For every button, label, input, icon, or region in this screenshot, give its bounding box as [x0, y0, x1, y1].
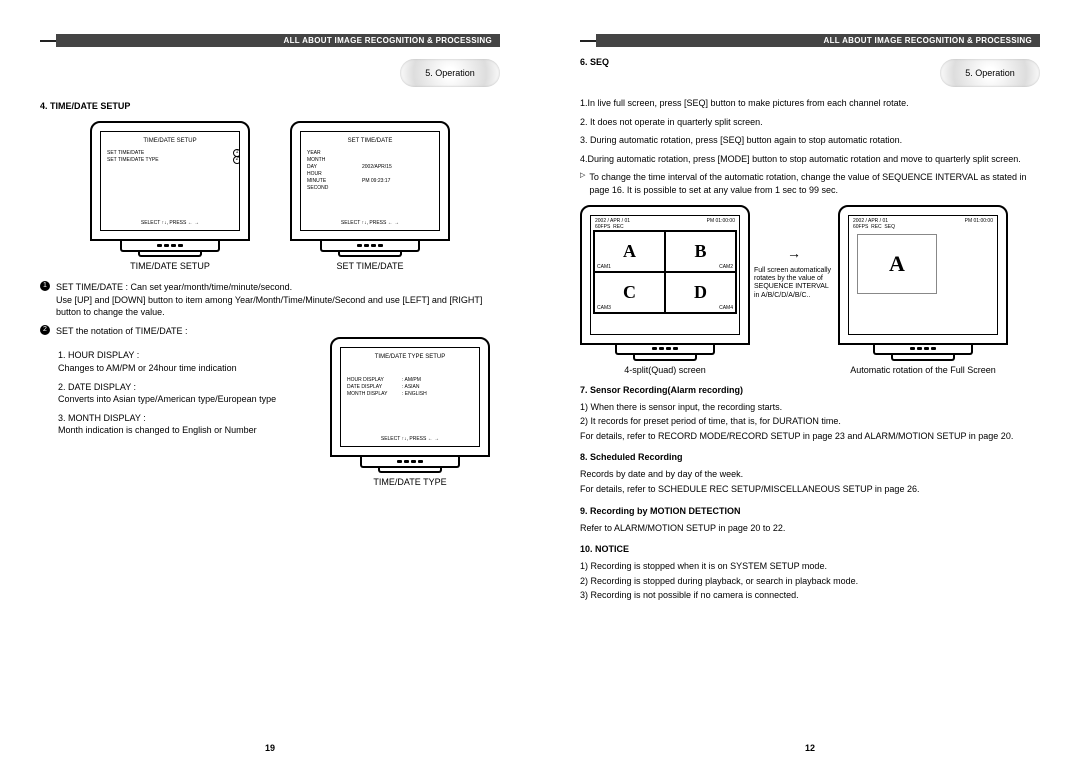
screen-footer: SELECT ↑↓, PRESS ← → — [101, 220, 239, 226]
bullet-title: SET TIME/DATE : Can set year/month/time/… — [56, 281, 500, 294]
notation-item: 2. DATE DISPLAY : Converts into Asian ty… — [58, 381, 320, 406]
header-accent — [40, 40, 56, 42]
screen-footer: SELECT ↑↓, PRESS ← → — [341, 436, 479, 442]
bullet-body: Use [UP] and [DOWN] button to item among… — [56, 294, 500, 319]
monitor-caption: 4-split(Quad) screen — [580, 365, 750, 375]
bullet-1: 1 SET TIME/DATE : Can set year/month/tim… — [40, 281, 500, 319]
list-item: 2) It records for preset period of time,… — [580, 415, 1040, 428]
section-9-title: 9. Recording by MOTION DETECTION — [580, 506, 1040, 516]
header-text: ALL ABOUT IMAGE RECOGNITION & PROCESSING — [56, 34, 500, 47]
list-item: For details, refer to RECORD MODE/RECORD… — [580, 430, 1040, 443]
section-4-title: 4. TIME/DATE SETUP — [40, 101, 500, 111]
monitor-caption: SET TIME/DATE — [290, 261, 450, 271]
operation-pill: 5. Operation — [400, 59, 500, 87]
notation-item: 1. HOUR DISPLAY : Changes to AM/PM or 24… — [58, 349, 320, 374]
seq-item: 2. It does not operate in quarterly spli… — [580, 116, 1040, 129]
list-item: 1) Recording is stopped when it is on SY… — [580, 560, 1040, 573]
menu-line: SET TIME/DATE TYPE — [107, 157, 159, 163]
monitor-set-timedate: SET TIME/DATE YEAR MONTH DAY2002/APR/15 … — [290, 121, 450, 271]
seq-item: 3. During automatic rotation, press [SEQ… — [580, 134, 1040, 147]
notation-row: 1. HOUR DISPLAY : Changes to AM/PM or 24… — [40, 343, 500, 491]
list-item: Records by date and by day of the week. — [580, 468, 1040, 481]
monitor-auto-rotation: 2002 / APR / 01 PM 01:00:00 60FPS REC SE… — [838, 205, 1008, 375]
page-right: ALL ABOUT IMAGE RECOGNITION & PROCESSING… — [540, 0, 1080, 763]
bullet-title: SET the notation of TIME/DATE : — [56, 325, 188, 338]
list-item: 1) When there is sensor input, the recor… — [580, 401, 1040, 414]
monitor-quad: 2002 / APR / 01 PM 01:00:00 60FPS REC AC… — [580, 205, 750, 375]
monitor-timedate-setup: TIME/DATE SETUP SET TIME/DATE 1 SET TIME… — [90, 121, 250, 271]
monitor-caption: Automatic rotation of the Full Screen — [838, 365, 1008, 375]
bullet-badge: 1 — [40, 281, 50, 291]
seq-item: 4.During automatic rotation, press [MODE… — [580, 153, 1040, 166]
bullet-badge: 2 — [40, 325, 50, 335]
header-bar: ALL ABOUT IMAGE RECOGNITION & PROCESSING — [580, 34, 1040, 47]
operation-pill: 5. Operation — [940, 59, 1040, 87]
page-number: 19 — [0, 743, 540, 753]
monitor-timedate-type: TIME/DATE TYPE SETUP HOUR DISPLAY: AM/PM… — [330, 337, 490, 487]
section-8-title: 8. Scheduled Recording — [580, 452, 1040, 462]
list-item: For details, refer to SCHEDULE REC SETUP… — [580, 483, 1040, 496]
triangle-icon: ▷ — [580, 171, 585, 181]
arrow-icon: → — [787, 245, 801, 261]
list-item: Refer to ALARM/MOTION SETUP in page 20 t… — [580, 522, 1040, 535]
notation-item: 3. MONTH DISPLAY : Month indication is c… — [58, 412, 320, 437]
bullet-2: 2 SET the notation of TIME/DATE : — [40, 325, 500, 338]
monitor-caption: TIME/DATE SETUP — [90, 261, 250, 271]
callout-2: 2 — [233, 156, 240, 164]
header-accent — [580, 40, 596, 42]
seq-note: ▷ To change the time interval of the aut… — [580, 171, 1040, 196]
screen-title: TIME/DATE TYPE SETUP — [347, 354, 473, 360]
page-number: 12 — [540, 743, 1080, 753]
page-left: ALL ABOUT IMAGE RECOGNITION & PROCESSING… — [0, 0, 540, 763]
monitor-row-1: TIME/DATE SETUP SET TIME/DATE 1 SET TIME… — [40, 117, 500, 275]
screen-footer: SELECT ↑↓, PRESS ← → — [301, 220, 439, 226]
list-item: 3) Recording is not possible if no camer… — [580, 589, 1040, 602]
section-10-title: 10. NOTICE — [580, 544, 1040, 554]
section-7-title: 7. Sensor Recording(Alarm recording) — [580, 385, 1040, 395]
side-note: Full screen automatically rotates by the… — [754, 267, 834, 301]
screen-title: TIME/DATE SETUP — [107, 138, 233, 144]
screen-title: SET TIME/DATE — [307, 138, 433, 144]
menu-line: SET TIME/DATE — [107, 150, 144, 156]
monitor-caption: TIME/DATE TYPE — [330, 477, 490, 487]
header-text: ALL ABOUT IMAGE RECOGNITION & PROCESSING — [596, 34, 1040, 47]
header-bar: ALL ABOUT IMAGE RECOGNITION & PROCESSING — [40, 34, 500, 47]
list-item: 2) Recording is stopped during playback,… — [580, 575, 1040, 588]
seq-item: 1.In live full screen, press [SEQ] butto… — [580, 97, 1040, 110]
